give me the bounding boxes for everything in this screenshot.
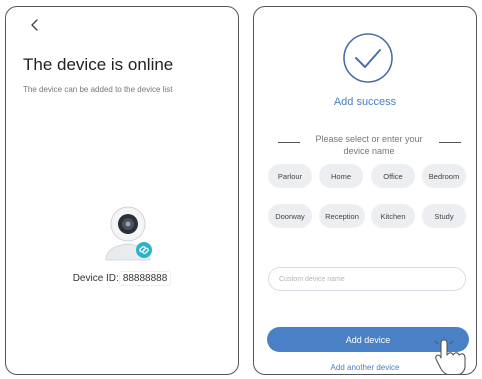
prompt-line-1: Please select or enter your <box>315 134 423 144</box>
divider-right <box>439 142 461 143</box>
device-id: Device ID: 88888888 <box>6 271 238 286</box>
divider-left <box>278 142 300 143</box>
name-chip-kitchen[interactable]: Kitchen <box>371 204 415 228</box>
name-chip-parlour[interactable]: Parlour <box>268 164 312 188</box>
success-message: Add success <box>333 96 397 108</box>
back-arrow-icon[interactable] <box>28 17 42 33</box>
name-chip-home[interactable]: Home <box>319 164 363 188</box>
name-chip-office[interactable]: Office <box>371 164 415 188</box>
custom-name-input[interactable] <box>268 267 466 291</box>
name-chip-reception[interactable]: Reception <box>319 204 365 228</box>
name-chip-study[interactable]: Study <box>422 204 466 228</box>
prompt-line-2: device name <box>343 146 395 156</box>
device-online-screen: The device is online The device can be a… <box>5 6 239 375</box>
camera-icon <box>105 206 152 261</box>
name-chip-doorway[interactable]: Doorway <box>268 204 312 228</box>
check-circle-icon <box>343 33 393 83</box>
device-id-value: 88888888 <box>118 271 172 286</box>
hand-pointer-icon <box>434 337 466 374</box>
name-chip-bedroom[interactable]: Bedroom <box>422 164 466 188</box>
link-icon <box>136 242 152 258</box>
page-title: The device is online <box>23 55 174 74</box>
add-success-screen: Add success Please select or enter your … <box>253 6 477 375</box>
select-name-prompt: Please select or enter your device name <box>299 133 439 157</box>
device-id-label: Device ID: <box>72 273 119 284</box>
page-subtitle: The device can be added to the device li… <box>23 85 173 94</box>
